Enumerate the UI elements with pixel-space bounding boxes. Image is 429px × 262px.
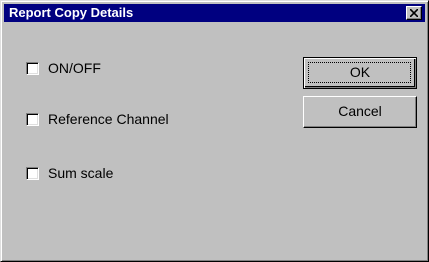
reference-channel-checkbox[interactable] <box>26 113 39 126</box>
report-copy-details-dialog: Report Copy Details ON/OFF Reference Cha… <box>0 0 429 262</box>
ok-button[interactable]: OK <box>303 57 417 89</box>
window-title: Report Copy Details <box>9 5 134 20</box>
close-button[interactable] <box>406 6 422 20</box>
close-icon <box>410 9 418 17</box>
sum-scale-label: Sum scale <box>48 165 114 181</box>
cancel-button-label: Cancel <box>338 103 382 119</box>
cancel-button[interactable]: Cancel <box>303 96 417 128</box>
on-off-label: ON/OFF <box>48 60 101 76</box>
reference-channel-label: Reference Channel <box>48 111 169 127</box>
ok-button-label: OK <box>349 64 371 80</box>
title-bar[interactable]: Report Copy Details <box>4 4 425 22</box>
on-off-checkbox[interactable] <box>26 62 39 75</box>
sum-scale-checkbox[interactable] <box>26 167 39 180</box>
